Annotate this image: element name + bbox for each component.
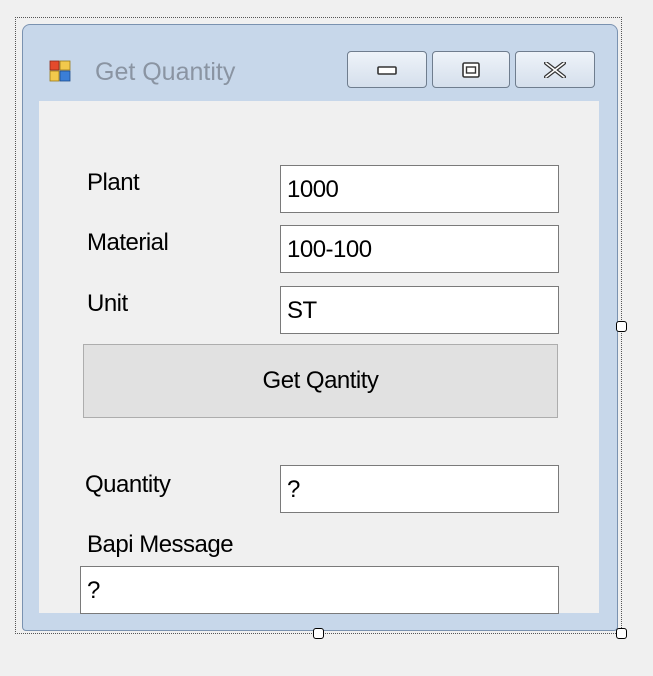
title-bar[interactable]: Get Quantity [23,25,617,100]
form-client-area: Plant 1000 Material 100-100 Unit ST Get … [39,101,599,614]
resize-handle-corner[interactable] [616,628,627,639]
minimize-button[interactable] [347,51,427,88]
unit-label: Unit [87,290,128,317]
close-icon [544,61,566,78]
maximize-button[interactable] [432,51,510,88]
bapi-message-input[interactable]: ? [80,566,559,614]
plant-label: Plant [87,169,140,196]
get-quantity-button[interactable]: Get Qantity [83,344,558,418]
material-label: Material [87,229,169,256]
resize-handle-right[interactable] [616,321,627,332]
winforms-app-icon [49,60,71,82]
quantity-input[interactable]: ? [280,465,559,513]
resize-handle-bottom[interactable] [313,628,324,639]
form-window[interactable]: Get Quantity Plant 1000 Material 100-100… [22,24,618,631]
unit-input[interactable]: ST [280,286,559,334]
quantity-label: Quantity [85,471,171,498]
designer-surface: Get Quantity Plant 1000 Material 100-100… [0,0,653,676]
maximize-icon [462,61,480,78]
close-button[interactable] [515,51,595,88]
bapi-message-label: Bapi Message [87,531,234,558]
material-input[interactable]: 100-100 [280,225,559,273]
minimize-icon [377,65,397,75]
window-title: Get Quantity [95,58,236,86]
plant-input[interactable]: 1000 [280,165,559,213]
